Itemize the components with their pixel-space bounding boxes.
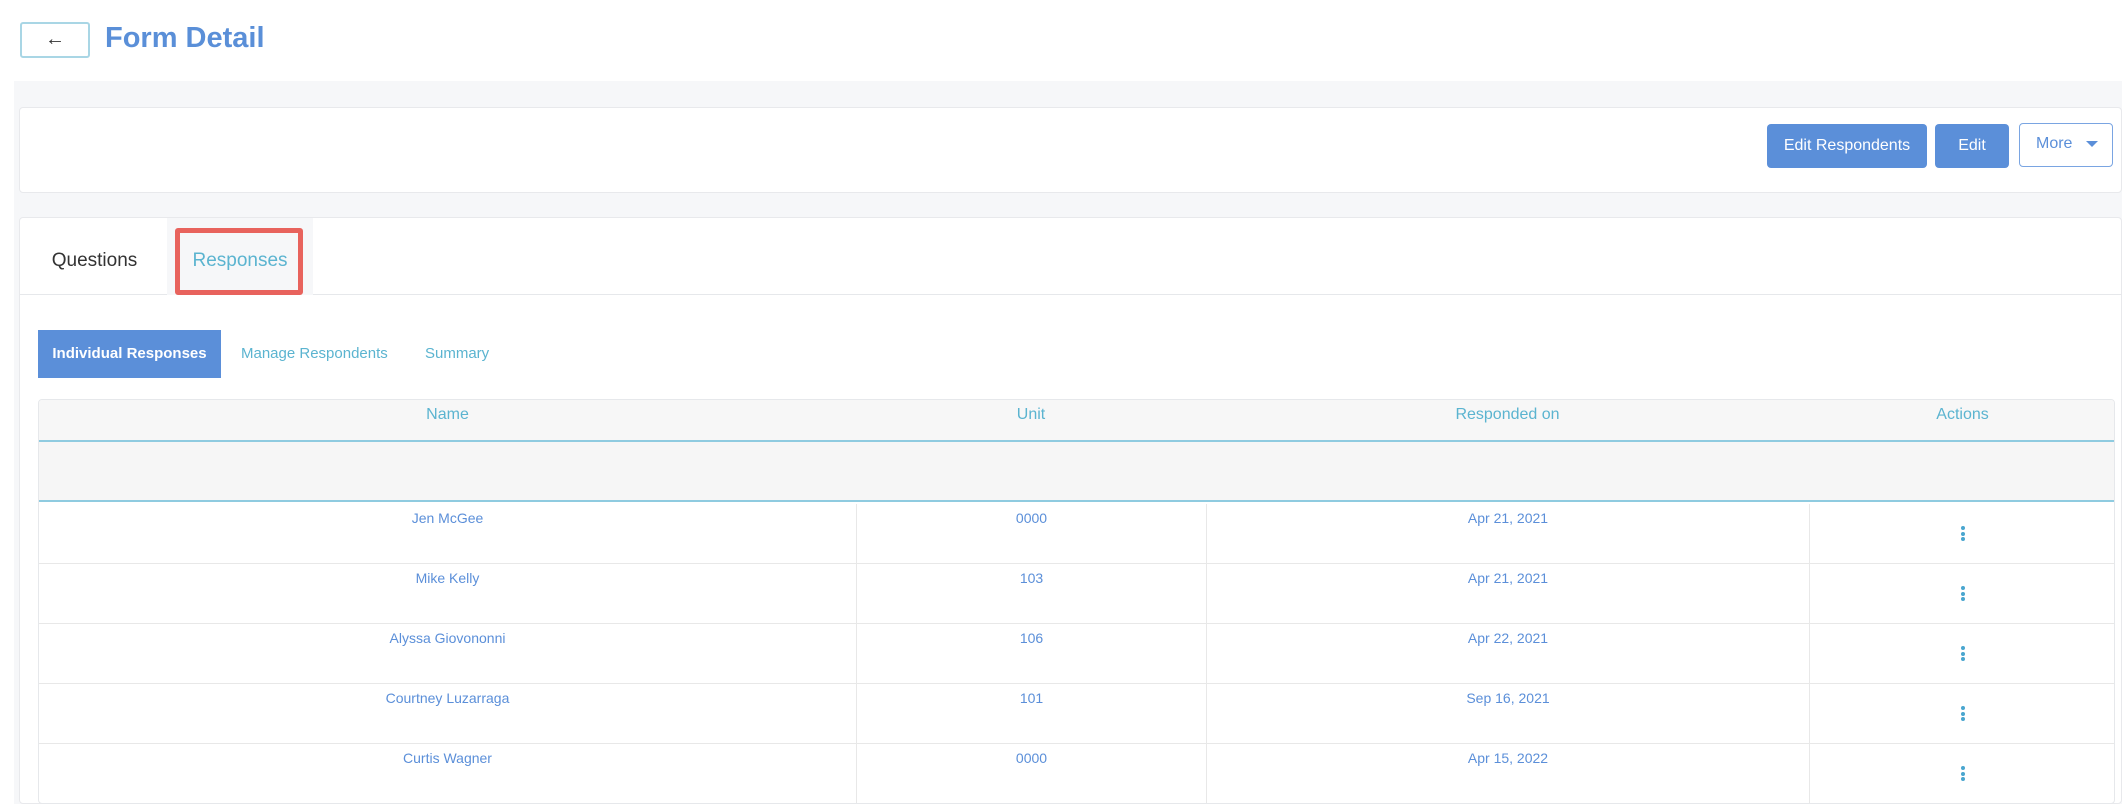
- column-header-actions: Actions: [1936, 406, 1989, 423]
- subtab-manage-respondents[interactable]: Manage Respondents: [241, 330, 388, 378]
- cell-responded-on: Apr 21, 2021: [1206, 564, 1809, 624]
- cell-name[interactable]: Jen McGee: [39, 504, 856, 564]
- subtab-summary[interactable]: Summary: [425, 330, 489, 378]
- arrow-left-icon: ←: [45, 28, 65, 50]
- cell-unit: 101: [856, 684, 1206, 744]
- filter-row: [39, 442, 2114, 502]
- subtab-individual-responses[interactable]: Individual Responses: [38, 330, 221, 378]
- cell-unit: 106: [856, 624, 1206, 684]
- cell-name[interactable]: Mike Kelly: [39, 564, 856, 624]
- tab-bar: [20, 218, 2122, 295]
- more-dropdown-button[interactable]: More: [2019, 123, 2113, 167]
- caret-down-icon: [2086, 141, 2098, 147]
- cell-unit: 103: [856, 564, 1206, 624]
- cell-name[interactable]: Courtney Luzarraga: [39, 684, 856, 744]
- cell-actions: [1809, 564, 2114, 624]
- kebab-menu-icon[interactable]: [1961, 646, 1965, 663]
- highlight-box: [175, 228, 303, 295]
- cell-responded-on: Sep 16, 2021: [1206, 684, 1809, 744]
- cell-actions: [1809, 504, 2114, 564]
- kebab-menu-icon[interactable]: [1961, 586, 1965, 603]
- edit-respondents-button[interactable]: Edit Respondents: [1767, 124, 1927, 168]
- page-title: Form Detail: [105, 22, 265, 54]
- cell-responded-on: Apr 22, 2021: [1206, 624, 1809, 684]
- cell-actions: [1809, 744, 2114, 803]
- table-header: Name Unit Responded on Actions: [39, 400, 2114, 442]
- cell-unit: 0000: [856, 744, 1206, 803]
- kebab-menu-icon[interactable]: [1961, 706, 1965, 723]
- table-row[interactable]: Alyssa Giovononni 106 Apr 22, 2021: [39, 624, 2114, 684]
- column-header-name[interactable]: Name: [39, 400, 856, 440]
- cell-name[interactable]: Curtis Wagner: [39, 744, 856, 803]
- cell-actions: [1809, 624, 2114, 684]
- cell-name[interactable]: Alyssa Giovononni: [39, 624, 856, 684]
- table-row[interactable]: Mike Kelly 103 Apr 21, 2021: [39, 564, 2114, 624]
- column-header-unit[interactable]: Unit: [856, 400, 1206, 440]
- cell-responded-on: Apr 15, 2022: [1206, 744, 1809, 803]
- cell-unit: 0000: [856, 504, 1206, 564]
- kebab-menu-icon[interactable]: [1961, 766, 1965, 783]
- cell-responded-on: Apr 21, 2021: [1206, 504, 1809, 564]
- table-row[interactable]: Courtney Luzarraga 101 Sep 16, 2021: [39, 684, 2114, 744]
- cell-actions: [1809, 684, 2114, 744]
- kebab-menu-icon[interactable]: [1961, 526, 1965, 543]
- responses-table: Name Unit Responded on Actions Jen McGee…: [38, 399, 2115, 804]
- edit-button[interactable]: Edit: [1935, 124, 2009, 168]
- column-header-responded-on[interactable]: Responded on: [1206, 400, 1809, 440]
- back-button[interactable]: ←: [20, 22, 90, 58]
- table-row[interactable]: Curtis Wagner 0000 Apr 15, 2022: [39, 744, 2114, 803]
- more-label: More: [2036, 135, 2073, 152]
- table-row[interactable]: Jen McGee 0000 Apr 21, 2021: [39, 504, 2114, 564]
- tab-questions[interactable]: Questions: [22, 218, 167, 295]
